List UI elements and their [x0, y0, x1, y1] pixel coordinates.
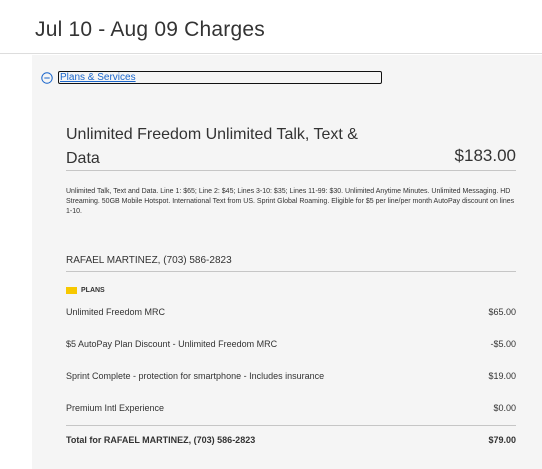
plan-description: Unlimited Talk, Text and Data. Line 1: $…	[66, 188, 515, 215]
collapse-minus-icon[interactable]	[41, 72, 53, 84]
charge-name: Unlimited Freedom MRC	[66, 307, 166, 317]
charge-name: Sprint Complete - protection for smartph…	[66, 371, 325, 381]
charge-row: $5 AutoPay Plan Discount - Unlimited Fre…	[66, 339, 516, 353]
plans-services-toggle[interactable]: Plans & Services	[41, 71, 382, 86]
plan-divider	[66, 170, 516, 171]
plans-category-label: PLANS	[81, 287, 105, 294]
plans-color-swatch	[66, 287, 77, 294]
charge-amount: $65.00	[488, 307, 516, 317]
subscriber-line: RAFAEL MARTINEZ, (703) 586-2823	[66, 255, 232, 266]
charge-name: $5 AutoPay Plan Discount - Unlimited Fre…	[66, 339, 278, 349]
total-divider	[66, 425, 516, 426]
charge-amount: $0.00	[493, 403, 516, 413]
page-title: Jul 10 - Aug 09 Charges	[35, 18, 265, 41]
subscriber-divider	[66, 271, 516, 272]
charge-amount: -$5.00	[490, 339, 516, 349]
total-label: Total for RAFAEL MARTINEZ, (703) 586-282…	[66, 435, 256, 445]
plan-title: Unlimited Freedom Unlimited Talk, Text &…	[66, 126, 358, 167]
charge-amount: $19.00	[488, 371, 516, 381]
total-amount: $79.00	[488, 435, 516, 445]
charges-panel: Plans & Services Unlimited Freedom Unlim…	[32, 55, 542, 469]
charge-name: Premium Intl Experience	[66, 403, 165, 413]
charge-row: Unlimited Freedom MRC $65.00	[66, 307, 516, 321]
charge-row: Premium Intl Experience $0.00	[66, 403, 516, 417]
plans-services-link[interactable]: Plans & Services	[58, 71, 382, 84]
plan-price: $183.00	[454, 146, 516, 165]
page-header: Jul 10 - Aug 09 Charges	[0, 0, 542, 54]
charge-row: Sprint Complete - protection for smartph…	[66, 371, 516, 385]
total-row: Total for RAFAEL MARTINEZ, (703) 586-282…	[66, 435, 516, 449]
